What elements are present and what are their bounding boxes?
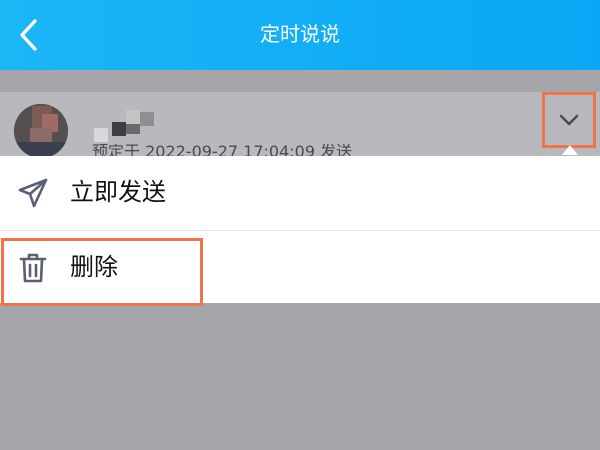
paper-plane-icon — [16, 176, 50, 210]
menu-item-label: 删除 — [70, 253, 118, 281]
username-blurred — [94, 110, 164, 142]
menu-caret — [562, 145, 578, 155]
post-options-menu: 立即发送 删除 — [0, 156, 600, 303]
page-title: 定时说说 — [260, 22, 340, 46]
trash-icon — [16, 251, 50, 285]
avatar — [14, 104, 68, 158]
menu-item-send-now[interactable]: 立即发送 — [0, 156, 600, 229]
schedule-time-text: 预定于 2022-09-27 17:04:09 发送 — [92, 144, 353, 156]
app-header: 定时说说 — [0, 0, 600, 70]
chevron-down-icon — [559, 114, 579, 126]
menu-item-delete[interactable]: 删除 — [0, 231, 600, 304]
post-row: 预定于 2022-09-27 17:04:09 发送 — [0, 92, 600, 158]
post-options-button[interactable] — [542, 92, 596, 148]
menu-item-label: 立即发送 — [70, 178, 166, 206]
